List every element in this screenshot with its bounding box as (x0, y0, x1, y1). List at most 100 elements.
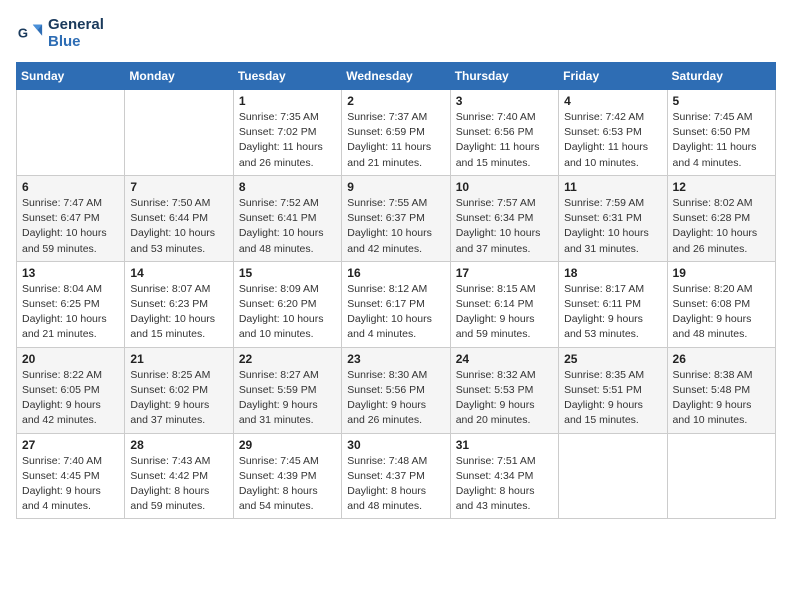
calendar-cell: 31 Sunrise: 7:51 AMSunset: 4:34 PMDayligh… (450, 433, 558, 519)
day-info: Sunrise: 8:32 AMSunset: 5:53 PMDaylight:… (456, 368, 553, 429)
calendar-cell: 25Sunrise: 8:35 AMSunset: 5:51 PMDayligh… (559, 347, 667, 433)
calendar-week-row: 20 Sunrise: 8:22 AMSunset: 6:05 PMDayligh… (17, 347, 776, 433)
calendar-cell: 22 Sunrise: 8:27 AMSunset: 5:59 PMDayligh… (233, 347, 341, 433)
day-info: Sunrise: 8:30 AMSunset: 5:56 PMDaylight:… (347, 368, 444, 429)
calendar-cell: 19 Sunrise: 8:20 AMSunset: 6:08 PMDayligh… (667, 261, 775, 347)
calendar-cell: 24 Sunrise: 8:32 AMSunset: 5:53 PMDayligh… (450, 347, 558, 433)
day-number: 11 (564, 180, 661, 194)
day-number: 3 (456, 94, 553, 108)
calendar-cell: 14 Sunrise: 8:07 AMSunset: 6:23 PMDayligh… (125, 261, 233, 347)
day-number: 6 (22, 180, 119, 194)
day-number: 31 (456, 438, 553, 452)
weekday-header: Monday (125, 63, 233, 90)
day-number: 10 (456, 180, 553, 194)
day-number: 4 (564, 94, 661, 108)
day-info: Sunrise: 8:20 AMSunset: 6:08 PMDaylight:… (673, 282, 770, 343)
calendar-cell: 11Sunrise: 7:59 AMSunset: 6:31 PMDayligh… (559, 175, 667, 261)
day-number: 9 (347, 180, 444, 194)
weekday-header: Friday (559, 63, 667, 90)
day-number: 14 (130, 266, 227, 280)
calendar-cell: 27 Sunrise: 7:40 AMSunset: 4:45 PMDayligh… (17, 433, 125, 519)
calendar-cell: 21Sunrise: 8:25 AMSunset: 6:02 PMDayligh… (125, 347, 233, 433)
weekday-header: Tuesday (233, 63, 341, 90)
day-number: 29 (239, 438, 336, 452)
day-info: Sunrise: 7:51 AMSunset: 4:34 PMDaylight:… (456, 454, 553, 515)
calendar-cell (667, 433, 775, 519)
day-number: 22 (239, 352, 336, 366)
day-info: Sunrise: 8:27 AMSunset: 5:59 PMDaylight:… (239, 368, 336, 429)
day-info: Sunrise: 7:42 AMSunset: 6:53 PMDaylight:… (564, 110, 661, 171)
calendar-cell (17, 90, 125, 176)
day-info: Sunrise: 8:38 AMSunset: 5:48 PMDaylight:… (673, 368, 770, 429)
logo-text: General Blue (48, 16, 104, 50)
day-number: 13 (22, 266, 119, 280)
weekday-header: Saturday (667, 63, 775, 90)
day-info: Sunrise: 7:52 AMSunset: 6:41 PMDaylight:… (239, 196, 336, 257)
calendar-cell: 4 Sunrise: 7:42 AMSunset: 6:53 PMDaylight… (559, 90, 667, 176)
calendar-cell: 15 Sunrise: 8:09 AMSunset: 6:20 PMDayligh… (233, 261, 341, 347)
day-number: 18 (564, 266, 661, 280)
day-info: Sunrise: 8:02 AMSunset: 6:28 PMDaylight:… (673, 196, 770, 257)
day-info: Sunrise: 7:55 AMSunset: 6:37 PMDaylight:… (347, 196, 444, 257)
day-info: Sunrise: 7:47 AMSunset: 6:47 PMDaylight:… (22, 196, 119, 257)
day-info: Sunrise: 7:37 AMSunset: 6:59 PMDaylight:… (347, 110, 444, 171)
day-info: Sunrise: 7:45 AMSunset: 6:50 PMDaylight:… (673, 110, 770, 171)
calendar-cell (125, 90, 233, 176)
calendar-cell: 3 Sunrise: 7:40 AMSunset: 6:56 PMDaylight… (450, 90, 558, 176)
calendar-table: SundayMondayTuesdayWednesdayThursdayFrid… (16, 62, 776, 519)
day-info: Sunrise: 7:40 AMSunset: 4:45 PMDaylight:… (22, 454, 119, 515)
calendar-cell: 17Sunrise: 8:15 AMSunset: 6:14 PMDayligh… (450, 261, 558, 347)
day-info: Sunrise: 8:15 AMSunset: 6:14 PMDaylight:… (456, 282, 553, 343)
day-number: 26 (673, 352, 770, 366)
page-header: G General Blue (16, 16, 776, 50)
day-info: Sunrise: 7:35 AMSunset: 7:02 PMDaylight:… (239, 110, 336, 171)
day-info: Sunrise: 7:40 AMSunset: 6:56 PMDaylight:… (456, 110, 553, 171)
calendar-cell: 6 Sunrise: 7:47 AMSunset: 6:47 PMDaylight… (17, 175, 125, 261)
calendar-cell: 26 Sunrise: 8:38 AMSunset: 5:48 PMDayligh… (667, 347, 775, 433)
calendar-week-row: 27 Sunrise: 7:40 AMSunset: 4:45 PMDayligh… (17, 433, 776, 519)
day-info: Sunrise: 8:09 AMSunset: 6:20 PMDaylight:… (239, 282, 336, 343)
calendar-cell: 30 Sunrise: 7:48 AMSunset: 4:37 PMDayligh… (342, 433, 450, 519)
day-number: 16 (347, 266, 444, 280)
calendar-week-row: 1 Sunrise: 7:35 AMSunset: 7:02 PMDaylight… (17, 90, 776, 176)
day-number: 8 (239, 180, 336, 194)
day-number: 27 (22, 438, 119, 452)
logo-icon: G (16, 19, 44, 47)
calendar-week-row: 6 Sunrise: 7:47 AMSunset: 6:47 PMDaylight… (17, 175, 776, 261)
calendar-cell: 5 Sunrise: 7:45 AMSunset: 6:50 PMDaylight… (667, 90, 775, 176)
calendar-cell: 28Sunrise: 7:43 AMSunset: 4:42 PMDayligh… (125, 433, 233, 519)
day-info: Sunrise: 8:25 AMSunset: 6:02 PMDaylight:… (130, 368, 227, 429)
svg-text:G: G (18, 26, 28, 41)
day-number: 2 (347, 94, 444, 108)
logo: G General Blue (16, 16, 104, 50)
calendar-cell: 16Sunrise: 8:12 AMSunset: 6:17 PMDayligh… (342, 261, 450, 347)
day-info: Sunrise: 7:45 AMSunset: 4:39 PMDaylight:… (239, 454, 336, 515)
calendar-cell: 29 Sunrise: 7:45 AMSunset: 4:39 PMDayligh… (233, 433, 341, 519)
day-info: Sunrise: 8:35 AMSunset: 5:51 PMDaylight:… (564, 368, 661, 429)
day-info: Sunrise: 8:04 AMSunset: 6:25 PMDaylight:… (22, 282, 119, 343)
day-info: Sunrise: 8:22 AMSunset: 6:05 PMDaylight:… (22, 368, 119, 429)
calendar-cell: 10Sunrise: 7:57 AMSunset: 6:34 PMDayligh… (450, 175, 558, 261)
calendar-cell: 12 Sunrise: 8:02 AMSunset: 6:28 PMDayligh… (667, 175, 775, 261)
day-info: Sunrise: 7:50 AMSunset: 6:44 PMDaylight:… (130, 196, 227, 257)
calendar-cell: 18Sunrise: 8:17 AMSunset: 6:11 PMDayligh… (559, 261, 667, 347)
day-number: 20 (22, 352, 119, 366)
weekday-header: Thursday (450, 63, 558, 90)
day-number: 30 (347, 438, 444, 452)
day-number: 15 (239, 266, 336, 280)
calendar-cell: 13 Sunrise: 8:04 AMSunset: 6:25 PMDayligh… (17, 261, 125, 347)
day-number: 1 (239, 94, 336, 108)
day-number: 24 (456, 352, 553, 366)
calendar-cell: 9 Sunrise: 7:55 AMSunset: 6:37 PMDaylight… (342, 175, 450, 261)
calendar-cell: 2 Sunrise: 7:37 AMSunset: 6:59 PMDaylight… (342, 90, 450, 176)
day-number: 5 (673, 94, 770, 108)
day-number: 23 (347, 352, 444, 366)
day-info: Sunrise: 7:48 AMSunset: 4:37 PMDaylight:… (347, 454, 444, 515)
calendar-cell: 1 Sunrise: 7:35 AMSunset: 7:02 PMDaylight… (233, 90, 341, 176)
weekday-header: Wednesday (342, 63, 450, 90)
day-info: Sunrise: 8:07 AMSunset: 6:23 PMDaylight:… (130, 282, 227, 343)
calendar-cell: 20 Sunrise: 8:22 AMSunset: 6:05 PMDayligh… (17, 347, 125, 433)
day-number: 19 (673, 266, 770, 280)
day-number: 12 (673, 180, 770, 194)
calendar-cell (559, 433, 667, 519)
